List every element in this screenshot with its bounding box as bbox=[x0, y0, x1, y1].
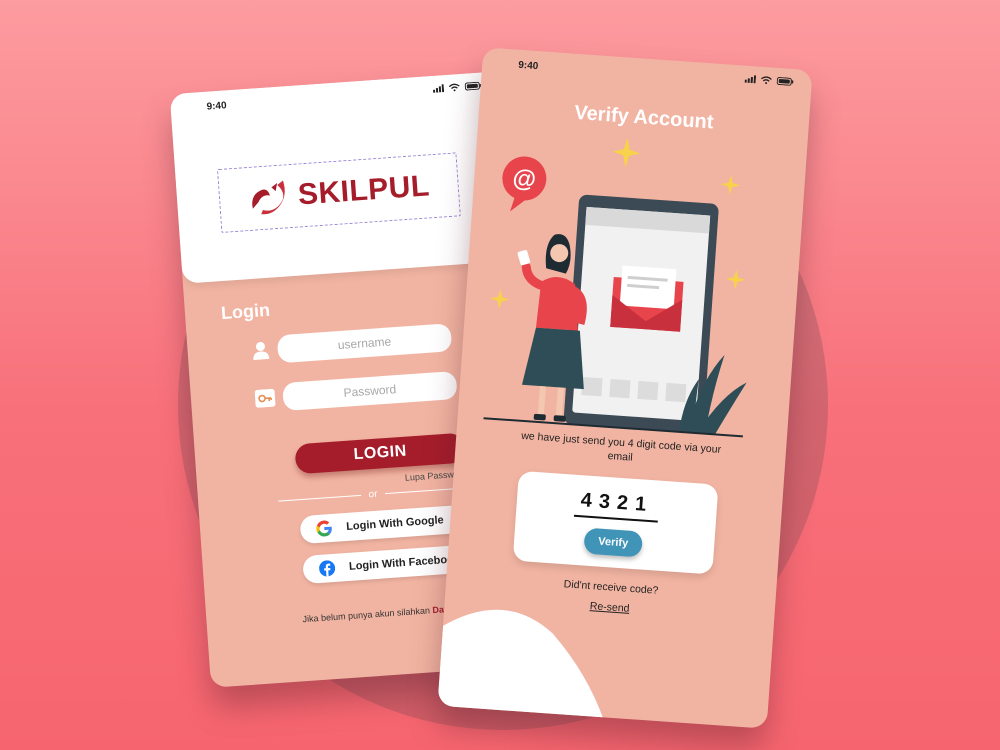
username-input[interactable] bbox=[276, 323, 453, 364]
at-sign-icon: @ bbox=[502, 156, 547, 212]
status-time: 9:40 bbox=[206, 100, 227, 113]
key-icon bbox=[254, 388, 276, 408]
google-button-label: Login With Google bbox=[345, 514, 445, 533]
or-divider: or bbox=[278, 482, 468, 506]
verification-illustration: @ bbox=[483, 137, 747, 438]
status-bar: 9:40 bbox=[482, 47, 813, 96]
divider-text: or bbox=[368, 488, 378, 501]
brand-name: SKILPUL bbox=[296, 169, 431, 212]
signup-prompt-text: Jika belum punya akun silahkan bbox=[302, 605, 431, 625]
facebook-button-label: Login With Facebook bbox=[348, 553, 461, 573]
divider-line bbox=[278, 494, 361, 502]
wifi-icon bbox=[448, 83, 460, 92]
username-row bbox=[251, 323, 453, 365]
svg-text:@: @ bbox=[512, 165, 537, 194]
google-icon bbox=[316, 520, 332, 537]
code-card: 4321 Verify bbox=[512, 470, 719, 575]
password-input[interactable] bbox=[282, 370, 458, 412]
status-time: 9:40 bbox=[517, 59, 539, 73]
battery-icon bbox=[776, 77, 794, 86]
brand-logo: SKILPUL bbox=[216, 152, 461, 233]
user-icon bbox=[253, 342, 270, 361]
logo-header-card: 9:40 SKILPUL bbox=[169, 71, 513, 284]
signal-icon bbox=[744, 75, 757, 84]
wifi-icon bbox=[761, 76, 772, 85]
page-title: Login bbox=[220, 299, 271, 324]
status-bar: 9:40 bbox=[170, 71, 501, 120]
signal-icon bbox=[432, 84, 445, 93]
brand-logo-mark-icon bbox=[252, 180, 285, 215]
login-google-button[interactable]: Login With Google bbox=[299, 504, 473, 545]
password-row bbox=[254, 370, 458, 413]
facebook-icon bbox=[319, 560, 336, 577]
verify-screen: 9:40 Verify Account @ we have just send … bbox=[437, 47, 813, 729]
login-button[interactable]: LOGIN bbox=[294, 432, 467, 475]
signup-prompt: Jika belum punya akun silahkan Daftar bbox=[302, 603, 458, 624]
verify-button[interactable]: Verify bbox=[583, 527, 644, 558]
verification-code[interactable]: 4321 bbox=[516, 485, 717, 522]
